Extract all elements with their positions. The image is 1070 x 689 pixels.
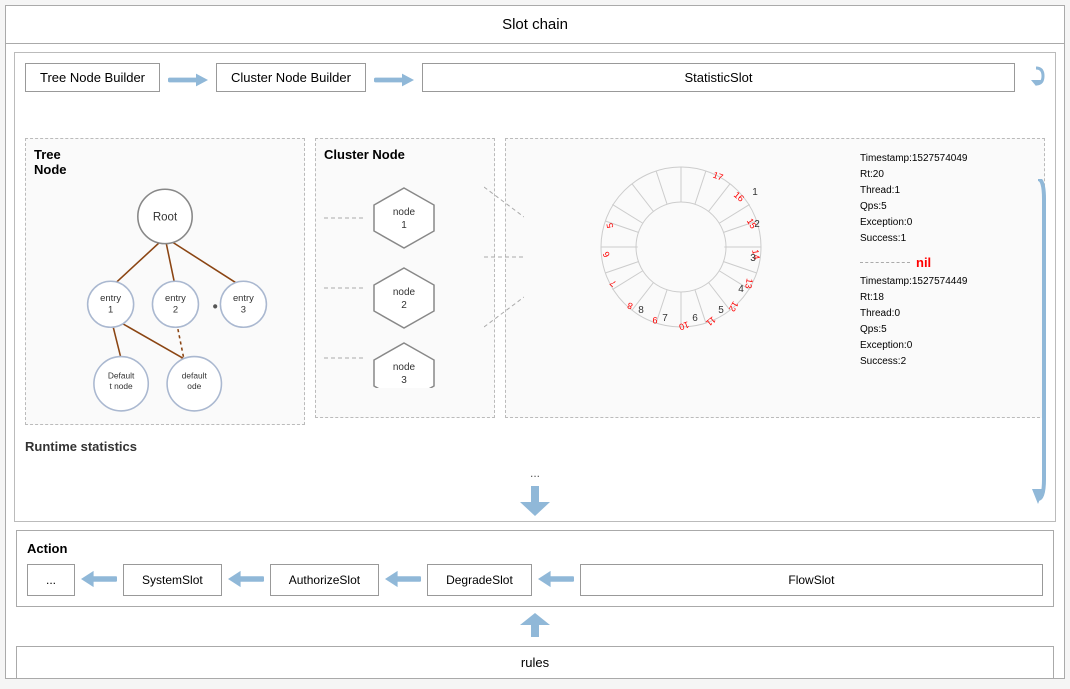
arrow-up-from-rules [6, 611, 1064, 642]
svg-text:8: 8 [638, 305, 644, 316]
svg-text:2: 2 [401, 300, 407, 311]
svg-text:entry: entry [165, 292, 186, 303]
slot-degrade[interactable]: DegradeSlot [427, 564, 532, 596]
arrow-down-to-action [15, 484, 1055, 521]
stats-block-2: Timestamp:1527574449 Rt:18 Thread:0 Qps:… [860, 274, 1032, 370]
tree-node-panel-label: TreeNode [34, 147, 296, 177]
slot-chain-title: Slot chain [6, 6, 1064, 44]
stat2-success: Success:2 [860, 354, 1032, 370]
slot-flow-label: FlowSlot [788, 573, 834, 587]
stats-block-1: Timestamp:1527574049 Rt:20 Thread:1 Qps:… [860, 151, 1032, 247]
rules-label: rules [521, 655, 549, 670]
svg-text:1: 1 [752, 187, 758, 198]
svg-text:Default: Default [108, 371, 135, 381]
nil-row: nil [860, 255, 1032, 270]
arrow-left-2 [228, 570, 264, 591]
slot-authorize-label: AuthorizeSlot [289, 573, 360, 587]
cluster-svg: node 1 node 2 node 3 [324, 168, 484, 388]
cluster-node-builder-label: Cluster Node Builder [231, 70, 351, 85]
action-section: Action ... SystemSlot [16, 530, 1054, 607]
slot-dots-label: ... [46, 573, 56, 587]
svg-text:5: 5 [718, 305, 724, 316]
svg-text:11: 11 [704, 314, 718, 328]
wheel-svg: 17 16 15 14 13 12 11 10 9 8 7 [581, 147, 781, 347]
dashed-line-nil [860, 262, 910, 263]
stat2-rt: Rt:18 [860, 290, 1032, 306]
svg-text:ode: ode [187, 381, 201, 391]
statistic-slot-label: StatisticSlot [685, 70, 753, 85]
rules-footer: rules [16, 646, 1054, 679]
svg-text:10: 10 [678, 319, 691, 332]
stat1-qps: Qps:5 [860, 199, 1032, 215]
tree-node-builder-label: Tree Node Builder [40, 70, 145, 85]
svg-text:6: 6 [601, 250, 612, 259]
wheel-area: 17 16 15 14 13 12 11 10 9 8 7 [514, 147, 848, 409]
stats-panel: Timestamp:1527574049 Rt:20 Thread:1 Qps:… [856, 147, 1036, 409]
svg-text:3: 3 [401, 375, 407, 386]
slot-system-label: SystemSlot [142, 573, 203, 587]
svg-text:entry: entry [100, 292, 121, 303]
stat1-exception: Exception:0 [860, 215, 1032, 231]
stat2-qps: Qps:5 [860, 322, 1032, 338]
right-curve-icon [1027, 66, 1045, 89]
arrow-left-1 [81, 570, 117, 591]
cluster-node-panel-label: Cluster Node [324, 147, 486, 162]
content-row: TreeNode [15, 92, 1055, 431]
nil-text: nil [916, 255, 931, 270]
statistic-slot-panel: 17 16 15 14 13 12 11 10 9 8 7 [505, 138, 1045, 418]
svg-text:13: 13 [743, 278, 755, 290]
svg-text:1: 1 [401, 220, 407, 231]
svg-text:5: 5 [605, 222, 616, 229]
dashed-connections [484, 157, 524, 357]
svg-text:7: 7 [662, 313, 668, 324]
svg-text:2: 2 [173, 304, 178, 315]
arrow-tree-to-cluster [168, 70, 208, 90]
outer-container: Slot chain Tree Node Builder [5, 5, 1065, 679]
tree-svg: Root entry 1 entry 2 entry 3 Default [34, 183, 296, 413]
slot-degrade-label: DegradeSlot [446, 573, 513, 587]
stat2-thread: Thread:0 [860, 306, 1032, 322]
svg-text:3: 3 [750, 253, 756, 264]
arrow-left-3 [385, 570, 421, 591]
statistic-slot-box: StatisticSlot [422, 63, 1015, 92]
svg-text:default: default [182, 371, 208, 381]
stat1-rt: Rt:20 [860, 167, 1032, 183]
stat1-thread: Thread:1 [860, 183, 1032, 199]
cluster-node-panel: Cluster Node node 1 node 2 [315, 138, 495, 418]
svg-text:node: node [393, 362, 416, 373]
right-side-arrow [1030, 179, 1046, 519]
runtime-label: Runtime statistics [15, 431, 1055, 462]
svg-text:6: 6 [692, 313, 698, 324]
slot-system[interactable]: SystemSlot [123, 564, 222, 596]
dots-label: ... [15, 462, 1055, 484]
svg-text:entry: entry [233, 292, 254, 303]
cluster-node-builder-box: Cluster Node Builder [216, 63, 366, 92]
svg-text:17: 17 [712, 170, 725, 183]
svg-text:1: 1 [108, 304, 113, 315]
slot-flow[interactable]: FlowSlot [580, 564, 1043, 596]
slot-authorize[interactable]: AuthorizeSlot [270, 564, 379, 596]
arrow-left-4 [538, 570, 574, 591]
svg-text:Root: Root [153, 212, 178, 224]
svg-text:2: 2 [754, 219, 760, 230]
stat1-timestamp: Timestamp:1527574049 [860, 151, 1032, 167]
slot-dots[interactable]: ... [27, 564, 75, 596]
svg-text:node: node [393, 287, 416, 298]
stat1-success: Success:1 [860, 231, 1032, 247]
action-label: Action [27, 541, 1043, 556]
top-section: Tree Node Builder Cluster Node Builder [14, 52, 1056, 522]
svg-text:4: 4 [738, 284, 744, 295]
builders-row: Tree Node Builder Cluster Node Builder [15, 53, 1055, 92]
tree-node-panel: TreeNode [25, 138, 305, 425]
tree-node-builder-box: Tree Node Builder [25, 63, 160, 92]
action-slots-row: ... SystemSlot A [27, 564, 1043, 596]
svg-text:t node: t node [109, 381, 133, 391]
stat2-timestamp: Timestamp:1527574449 [860, 274, 1032, 290]
stat2-exception: Exception:0 [860, 338, 1032, 354]
svg-text:3: 3 [241, 304, 246, 315]
svg-text:node: node [393, 207, 416, 218]
svg-text:16: 16 [732, 190, 746, 204]
arrow-cluster-to-statistic [374, 70, 414, 90]
svg-text:9: 9 [652, 315, 657, 325]
